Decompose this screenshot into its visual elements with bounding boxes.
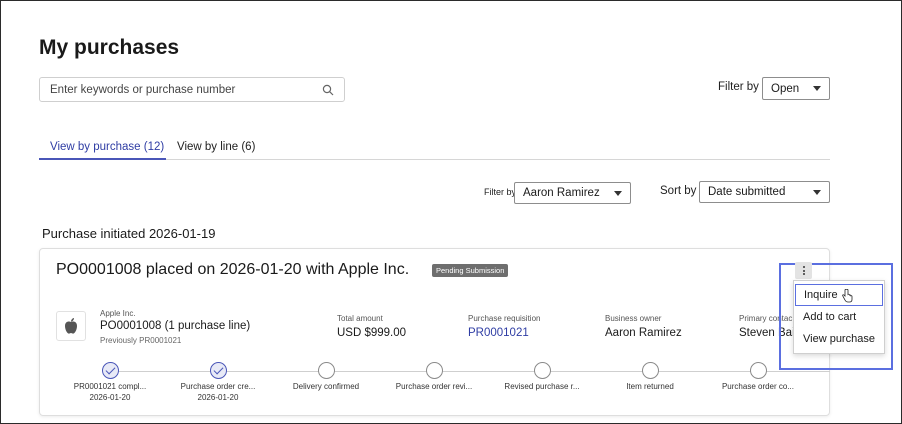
search-icon[interactable] bbox=[322, 84, 334, 96]
timeline-step: Purchase order cre... 2026-01-20 bbox=[168, 362, 268, 402]
sort-select[interactable]: Date submitted bbox=[699, 181, 830, 203]
step-label: Purchase order co... bbox=[721, 382, 795, 391]
step-label: PR0001021 compl... bbox=[73, 382, 147, 391]
status-filter-value: Open bbox=[771, 82, 800, 95]
caret-down-icon bbox=[813, 190, 821, 195]
business-owner-label: Business owner bbox=[605, 314, 662, 323]
step-date: 2026-01-20 bbox=[197, 393, 239, 402]
step-date: 2026-01-20 bbox=[89, 393, 131, 402]
vendor-name: Apple Inc. bbox=[100, 309, 136, 318]
purchase-requisition-link[interactable]: PR0001021 bbox=[468, 327, 540, 339]
step-complete-icon bbox=[101, 362, 119, 379]
owner-filter-label: Filter by bbox=[484, 187, 517, 197]
status-filter-select[interactable]: Open bbox=[762, 77, 830, 100]
search-box[interactable] bbox=[39, 77, 345, 102]
timeline-step: Purchase order revi... bbox=[384, 362, 484, 391]
more-options-icon[interactable] bbox=[795, 262, 812, 279]
sort-value: Date submitted bbox=[708, 186, 786, 198]
page-title: My purchases bbox=[39, 36, 180, 59]
vendor-previous-pr: Previously PR0001021 bbox=[100, 336, 182, 345]
tab-view-by-line[interactable]: View by line (6) bbox=[177, 141, 255, 160]
step-label: Purchase order revi... bbox=[395, 382, 473, 391]
tab-view-by-purchase[interactable]: View by purchase (12) bbox=[39, 141, 166, 160]
menu-item-view-purchase[interactable]: View purchase bbox=[794, 329, 884, 351]
actions-menu: Inquire Add to cart View purchase bbox=[793, 280, 885, 354]
apple-logo-icon bbox=[65, 318, 77, 334]
step-label: Delivery confirmed bbox=[292, 382, 360, 391]
step-pending-icon bbox=[425, 362, 443, 379]
owner-filter-value: Aaron Ramirez bbox=[523, 187, 600, 199]
timeline-step: PR0001021 compl... 2026-01-20 bbox=[60, 362, 160, 402]
status-filter-label: Filter by bbox=[718, 81, 759, 93]
business-owner: Business owner Aaron Ramirez bbox=[605, 314, 682, 339]
caret-down-icon bbox=[614, 191, 622, 196]
caret-down-icon bbox=[813, 86, 821, 91]
total-amount-label: Total amount bbox=[337, 314, 383, 323]
hand-cursor-icon bbox=[842, 289, 853, 303]
business-owner-value: Aaron Ramirez bbox=[605, 327, 682, 339]
step-complete-icon bbox=[209, 362, 227, 379]
progress-timeline: PR0001021 compl... 2026-01-20 Purchase o… bbox=[40, 362, 831, 412]
total-amount: Total amount USD $999.00 bbox=[337, 314, 406, 339]
menu-item-add-to-cart[interactable]: Add to cart bbox=[794, 307, 884, 329]
view-tabs: View by purchase (12) View by line (6) bbox=[39, 141, 830, 160]
purchase-requisition-label: Purchase requisition bbox=[468, 314, 541, 323]
timeline-step: Item returned bbox=[600, 362, 700, 391]
step-pending-icon bbox=[317, 362, 335, 379]
step-label: Revised purchase r... bbox=[504, 382, 580, 391]
step-pending-icon bbox=[533, 362, 551, 379]
section-heading: Purchase initiated 2026-01-19 bbox=[42, 226, 216, 241]
sort-label: Sort by bbox=[660, 185, 697, 197]
step-label: Purchase order cre... bbox=[180, 382, 256, 391]
step-label: Item returned bbox=[626, 382, 674, 391]
status-badge: Pending Submission bbox=[432, 264, 509, 277]
timeline-step: Revised purchase r... bbox=[492, 362, 592, 391]
purchase-card: PO0001008 placed on 2026-01-20 with Appl… bbox=[39, 248, 830, 416]
purchase-requisition: Purchase requisition PR0001021 bbox=[468, 314, 540, 339]
step-pending-icon bbox=[749, 362, 767, 379]
total-amount-value: USD $999.00 bbox=[337, 327, 407, 339]
timeline-step: Delivery confirmed bbox=[276, 362, 376, 391]
step-pending-icon bbox=[641, 362, 659, 379]
vendor-po-number: PO0001008 (1 purchase line) bbox=[100, 320, 251, 332]
owner-filter-select[interactable]: Aaron Ramirez bbox=[514, 182, 631, 204]
purchase-card-title: PO0001008 placed on 2026-01-20 with Appl… bbox=[56, 261, 410, 278]
menu-item-inquire[interactable]: Inquire bbox=[795, 284, 883, 306]
vendor-logo bbox=[56, 311, 86, 341]
search-input[interactable] bbox=[50, 83, 310, 96]
